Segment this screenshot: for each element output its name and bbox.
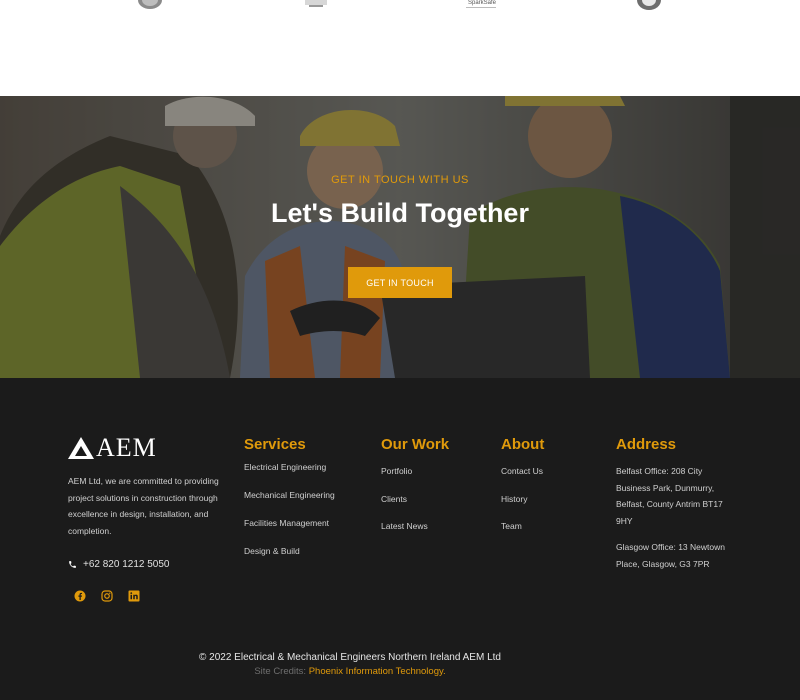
work-link-clients[interactable]: Clients <box>381 494 449 522</box>
partner-logos-strip: SparkSafe <box>0 0 800 96</box>
hero-eyebrow: GET IN TOUCH WITH US <box>331 174 469 186</box>
partner-logo-emblem <box>303 0 329 8</box>
work-link-latest-news[interactable]: Latest News <box>381 521 449 549</box>
services-link-electrical[interactable]: Electrical Engineering <box>244 462 335 490</box>
work-link-portfolio[interactable]: Portfolio <box>381 466 449 494</box>
phone-number: +62 820 1212 5050 <box>83 559 170 570</box>
services-link-facilities[interactable]: Facilities Management <box>244 518 335 546</box>
credits-prefix: Site Credits: <box>254 666 307 677</box>
address-heading: Address <box>616 436 677 453</box>
glasgow-office-address: Glasgow Office: 13 Newtown Place, Glasgo… <box>616 542 725 569</box>
logo-mark-icon <box>68 437 94 459</box>
site-footer: AEM AEM Ltd, we are committed to providi… <box>0 378 800 700</box>
linkedin-icon[interactable] <box>127 589 141 603</box>
phone-icon <box>69 561 76 568</box>
partner-logo-badge <box>138 0 162 9</box>
services-link-design-build[interactable]: Design & Build <box>244 546 335 574</box>
our-work-heading: Our Work <box>381 436 450 453</box>
about-link-team[interactable]: Team <box>501 521 544 549</box>
partner-logo-round <box>636 0 662 10</box>
footer-services-column: Services Electrical Engineering Mechanic… <box>244 436 335 574</box>
partner-logo-sparksafe: SparkSafe <box>466 0 496 9</box>
hero-overlay <box>0 96 800 378</box>
partner-logo-caption: SparkSafe <box>468 0 497 6</box>
services-heading: Services <box>244 436 306 453</box>
get-in-touch-button[interactable]: GET IN TOUCH <box>348 267 452 298</box>
instagram-icon[interactable] <box>100 589 114 603</box>
social-links <box>73 589 154 603</box>
footer-logo[interactable]: AEM <box>68 433 157 462</box>
company-description: AEM Ltd, we are committed to providing p… <box>68 476 219 536</box>
about-heading: About <box>501 436 545 453</box>
site-credits: Site Credits: Phoenix Information Techno… <box>0 666 700 677</box>
credits-link[interactable]: Phoenix Information Technology. <box>309 666 446 677</box>
hero-title: Let's Build Together <box>271 198 529 228</box>
footer-work-column: Our Work Portfolio Clients Latest News <box>381 436 449 549</box>
about-link-history[interactable]: History <box>501 494 544 522</box>
facebook-icon[interactable] <box>73 589 87 603</box>
about-link-contact-us[interactable]: Contact Us <box>501 466 544 494</box>
footer-address-column: Address Belfast Office: 208 City Busines… <box>616 436 726 572</box>
services-link-mechanical[interactable]: Mechanical Engineering <box>244 490 335 518</box>
copyright-text: © 2022 Electrical & Mechanical Engineers… <box>199 652 501 663</box>
logo-text: AEM <box>96 433 157 462</box>
cta-hero-section: GET IN TOUCH WITH US Let's Build Togethe… <box>0 96 800 378</box>
phone-contact[interactable]: +62 820 1212 5050 <box>68 559 169 570</box>
belfast-office-address: Belfast Office: 208 City Business Park, … <box>616 466 723 526</box>
footer-about-column: About Contact Us History Team <box>501 436 544 549</box>
page: SparkSafe GET IN TOUCH WITH US Let's Bui… <box>0 0 800 700</box>
